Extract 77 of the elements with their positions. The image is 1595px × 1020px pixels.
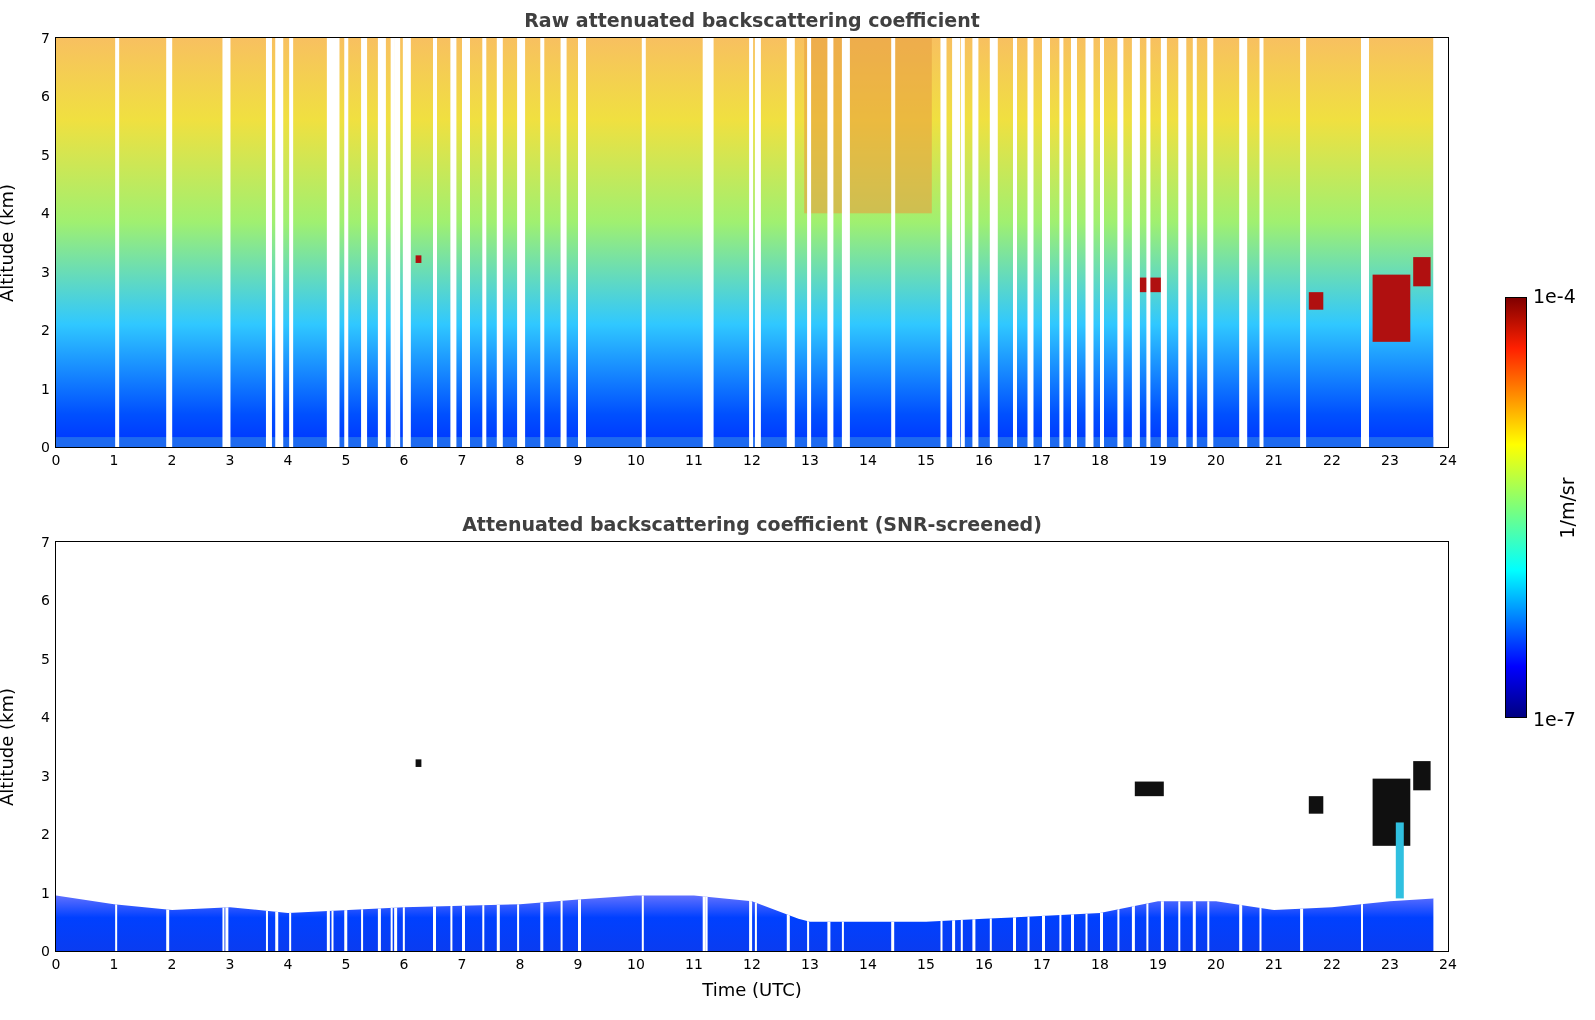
tick-label: 12 [743,452,761,468]
tick-label: 21 [1265,956,1283,972]
tick-label: 22 [1323,956,1341,972]
colorbar-label: 1e-7 [1533,708,1576,730]
tick-label: 0 [41,943,50,959]
tick-label: 1 [41,884,50,901]
tick-label: 4 [41,709,50,726]
tick-label: 11 [685,452,703,468]
tick-label: 6 [41,592,50,609]
tick-label: 19 [1149,452,1167,468]
tick-label: 6 [399,452,409,468]
tick-label: 23 [1381,452,1399,468]
tick-label: 1 [109,452,119,468]
tick-label: 19 [1149,956,1167,972]
tick-label: 24 [1439,956,1457,972]
tick-label: 24 [1439,452,1457,468]
tick-label: 20 [1207,452,1225,468]
chart-title: Attenuated backscattering coefficient (SNR-screened) [461,512,1043,537]
tick-label: 7 [457,956,467,972]
tick-label: 5 [41,146,50,163]
tick-label: 1 [109,956,119,972]
tick-label: 12 [743,956,761,972]
tick-label: 3 [225,452,235,468]
tick-label: 9 [573,956,583,972]
tick-label: 2 [167,956,177,972]
cloud-patch [1372,778,1411,846]
tick-label: 6 [41,88,50,105]
tick-label: 2 [167,452,177,468]
tick-label: 7 [457,452,467,468]
cloud-patch [415,759,422,767]
tick-label: 18 [1091,452,1109,468]
tick-label: 3 [41,767,50,784]
tick-label: 4 [283,452,293,468]
tick-label: 11 [685,956,703,972]
tick-label: 2 [41,322,50,339]
axis-label: Time (UTC) [702,979,802,1000]
tick-label: 0 [51,452,61,468]
chart-title: Raw attenuated backscattering coefficient [523,8,981,33]
colorbar-label: 1e-4 [1533,285,1576,307]
tick-label: 0 [51,956,61,972]
tick-label: 17 [1033,452,1051,468]
tick-label: 9 [573,452,583,468]
tick-label: 23 [1381,956,1399,972]
cloud-patch [1413,761,1431,791]
tick-label: 10 [627,956,645,972]
tick-label: 5 [41,650,50,667]
tick-label: 16 [975,956,993,972]
tick-label: 2 [41,826,50,843]
tick-label: 20 [1207,956,1225,972]
tick-label: 10 [627,452,645,468]
tick-label: 13 [801,452,819,468]
tick-label: 8 [515,452,525,468]
cloud-patch [1308,796,1324,814]
tick-label: 22 [1323,452,1341,468]
tick-label: 18 [1091,956,1109,972]
tick-label: 21 [1265,452,1283,468]
tick-label: 1 [41,380,50,397]
colorbar-unit: 1/m/sr [1556,476,1578,539]
tick-label: 6 [399,956,409,972]
tick-label: 3 [225,956,235,972]
tick-label: 5 [341,452,351,468]
tick-label: 15 [917,956,935,972]
tick-label: 0 [41,439,50,455]
tick-label: 13 [801,956,819,972]
tick-label: 8 [515,956,525,972]
cloud-patch [1134,781,1164,797]
tick-label: 4 [283,956,293,972]
tick-label: 17 [1033,956,1051,972]
tick-label: 16 [975,452,993,468]
tick-label: 14 [859,956,877,972]
tick-label: 4 [41,205,50,222]
tick-label: 15 [917,452,935,468]
tick-label: 7 [41,30,50,46]
tick-label: 3 [41,263,50,280]
tick-label: 5 [341,956,351,972]
tick-label: 14 [859,452,877,468]
tick-label: 7 [41,534,50,550]
